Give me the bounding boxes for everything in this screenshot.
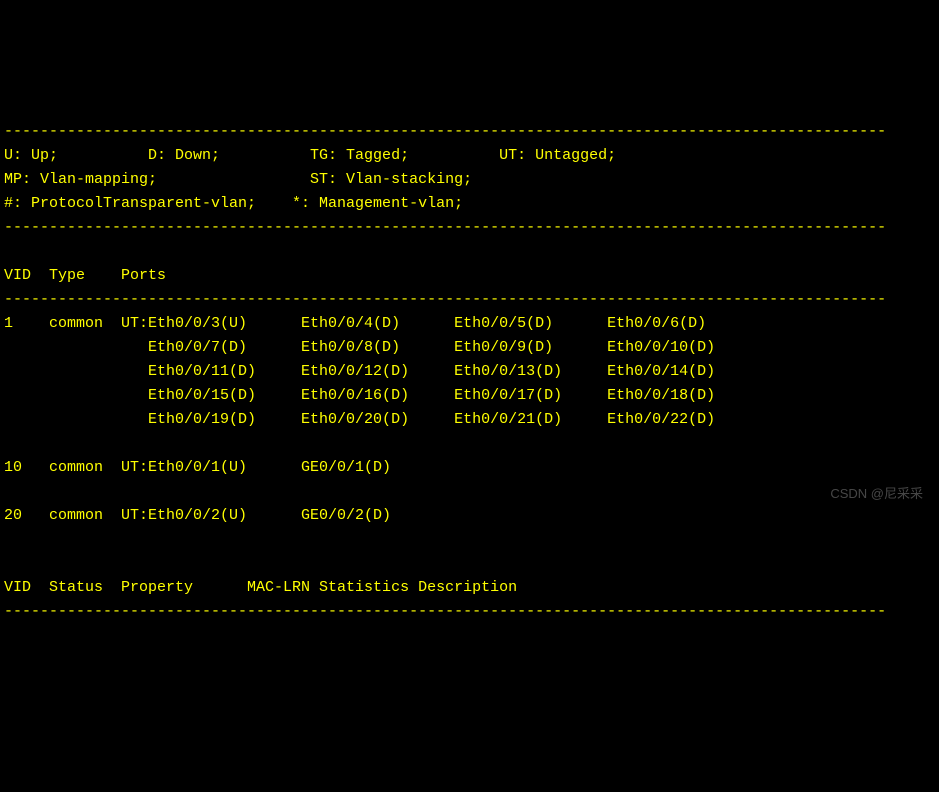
divider-header2: ----------------------------------------…	[4, 603, 886, 620]
divider-legend: ----------------------------------------…	[4, 219, 886, 236]
vlan-1-row-4: Eth0/0/15(D) Eth0/0/16(D) Eth0/0/17(D) E…	[4, 387, 715, 404]
divider-header1: ----------------------------------------…	[4, 291, 886, 308]
vlan-1-row-5: Eth0/0/19(D) Eth0/0/20(D) Eth0/0/21(D) E…	[4, 411, 715, 428]
vlan-1-row-1: 1 common UT:Eth0/0/3(U) Eth0/0/4(D) Eth0…	[4, 315, 706, 332]
vlan-1-row-2: Eth0/0/7(D) Eth0/0/8(D) Eth0/0/9(D) Eth0…	[4, 339, 715, 356]
watermark-text: CSDN @尼采采	[830, 484, 923, 505]
legend-line-1: U: Up; D: Down; TG: Tagged; UT: Untagged…	[4, 147, 616, 164]
terminal-output: ----------------------------------------…	[0, 96, 939, 624]
column-header-status: VID Status Property MAC-LRN Statistics D…	[4, 579, 517, 596]
vlan-20-row: 20 common UT:Eth0/0/2(U) GE0/0/2(D)	[4, 507, 391, 524]
divider-top: ----------------------------------------…	[4, 123, 886, 140]
vlan-1-row-3: Eth0/0/11(D) Eth0/0/12(D) Eth0/0/13(D) E…	[4, 363, 715, 380]
legend-line-2: MP: Vlan-mapping; ST: Vlan-stacking;	[4, 171, 472, 188]
vlan-10-row: 10 common UT:Eth0/0/1(U) GE0/0/1(D)	[4, 459, 391, 476]
legend-line-3: #: ProtocolTransparent-vlan; *: Manageme…	[4, 195, 463, 212]
column-header-ports: VID Type Ports	[4, 267, 166, 284]
